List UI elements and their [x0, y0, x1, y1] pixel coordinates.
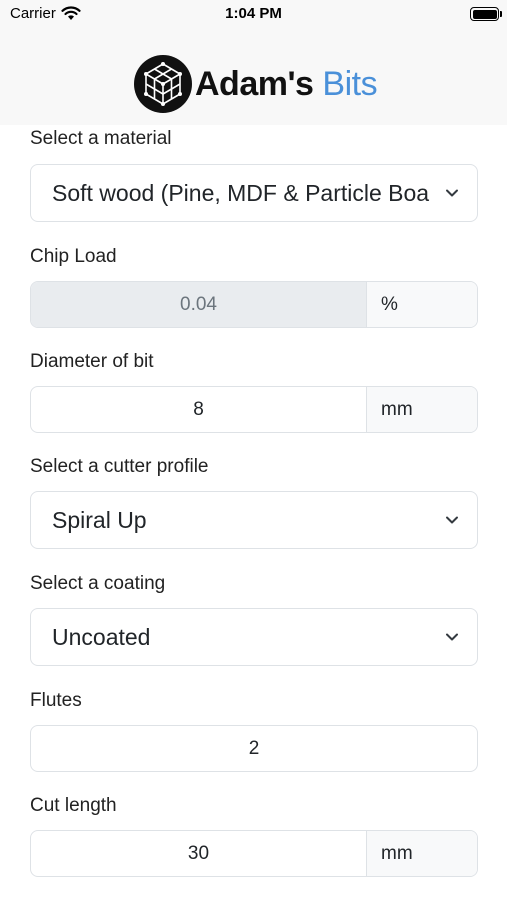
app-header: Adam's Bits	[0, 30, 507, 125]
app-logo[interactable]: Adam's Bits	[133, 54, 378, 114]
cut-length-group: 30 mm	[30, 830, 478, 877]
chip-load-input[interactable]: 0.04	[31, 282, 367, 327]
chevron-down-icon	[446, 516, 458, 524]
status-bar: Carrier 1:04 PM	[0, 0, 507, 30]
chip-load-unit: %	[367, 282, 477, 327]
coating-label: Select a coating	[30, 573, 166, 594]
material-select[interactable]: Soft wood (Pine, MDF & Particle Boa	[30, 164, 478, 222]
cutter-profile-select-value: Spiral Up	[52, 507, 147, 533]
cut-length-label: Cut length	[30, 795, 117, 816]
coating-select-value: Uncoated	[52, 624, 151, 650]
chip-load-label: Chip Load	[30, 246, 117, 267]
coating-select[interactable]: Uncoated	[30, 608, 478, 666]
diameter-label: Diameter of bit	[30, 351, 154, 372]
chevron-down-icon	[446, 633, 458, 641]
diameter-unit: mm	[367, 387, 477, 432]
logo-text-primary: Adam's	[195, 65, 314, 103]
flutes-label: Flutes	[30, 690, 82, 711]
logo-cube-icon	[134, 55, 192, 113]
cut-length-input[interactable]: 30	[31, 831, 367, 876]
battery-cap	[500, 11, 502, 17]
diameter-input[interactable]: 8	[31, 387, 367, 432]
cutter-profile-label: Select a cutter profile	[30, 456, 209, 477]
clock: 1:04 PM	[225, 5, 282, 22]
logo-text-accent: Bits	[322, 65, 378, 103]
battery-icon	[470, 7, 499, 21]
flutes-input[interactable]: 2	[30, 725, 478, 772]
cutter-profile-select[interactable]: Spiral Up	[30, 491, 478, 549]
material-select-value: Soft wood (Pine, MDF & Particle Boa	[52, 180, 430, 206]
cut-length-unit: mm	[367, 831, 477, 876]
diameter-group: 8 mm	[30, 386, 478, 433]
chevron-down-icon	[446, 189, 458, 197]
material-label: Select a material	[30, 128, 172, 149]
chip-load-group: 0.04 %	[30, 281, 478, 328]
